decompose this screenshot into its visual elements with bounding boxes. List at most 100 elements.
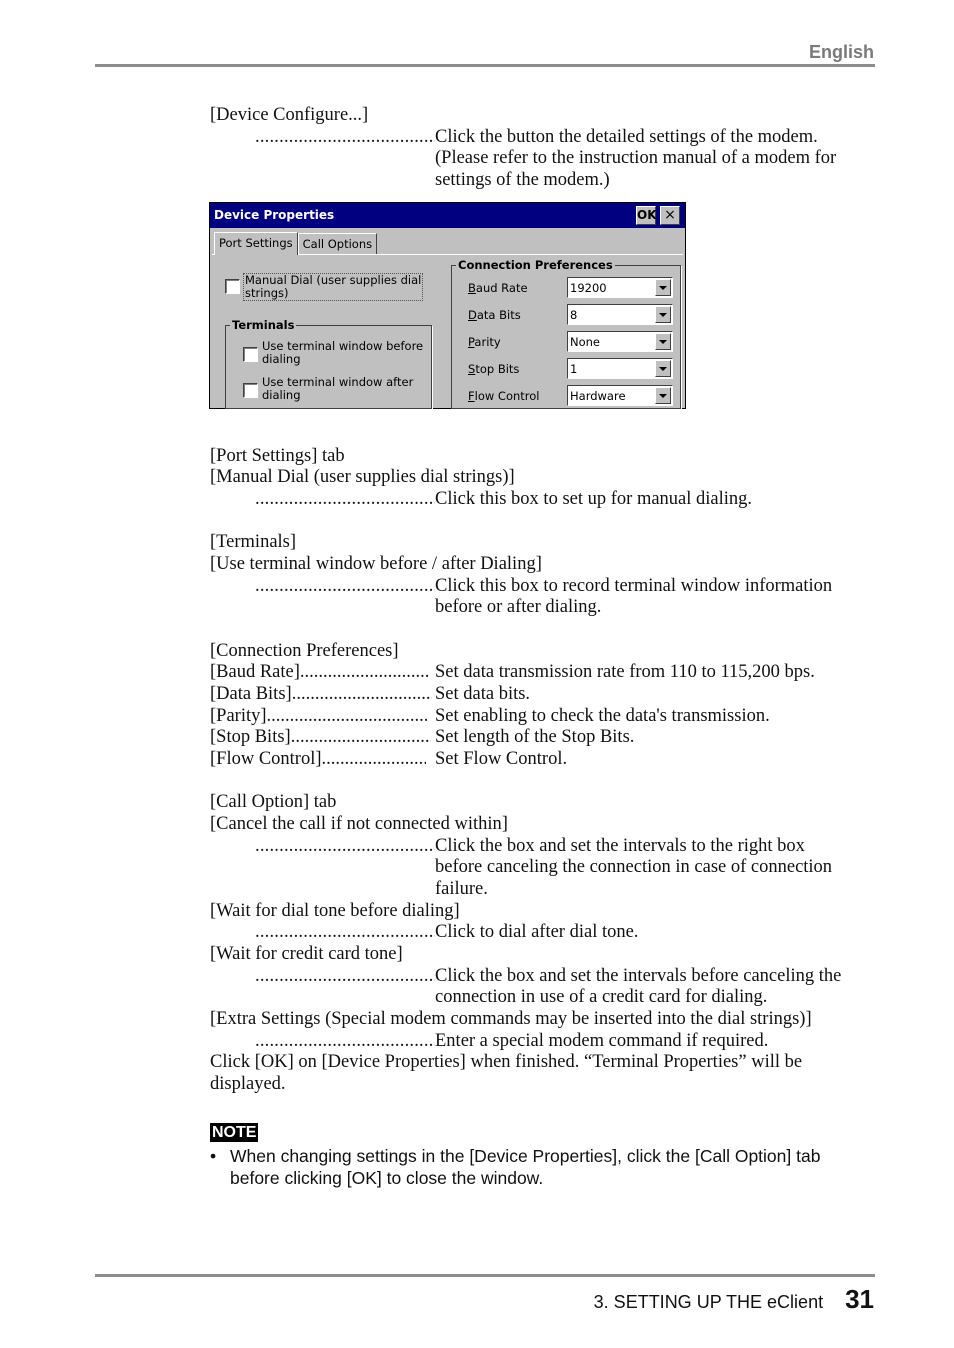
manual-dial-item-label: [Manual Dial (user supplies dial strings…	[210, 467, 515, 487]
terminal-before-label[interactable]: Use terminal window before dialing	[262, 340, 423, 366]
item-label: [Parity]	[210, 706, 267, 726]
close-button[interactable]: ×	[660, 206, 680, 225]
leader-dots: ........................................…	[255, 921, 435, 943]
terminals-item-desc-2: before or after dialing.	[435, 597, 602, 617]
device-configure-desc-1: Click the button the detailed settings o…	[435, 127, 818, 147]
call-option-heading: [Call Option] tab	[210, 792, 337, 812]
baud-rate-value: 19200	[570, 281, 607, 295]
extra-settings-desc: Enter a special modem command if require…	[435, 1031, 769, 1051]
stop-bits-label: Stop Bits	[468, 362, 520, 376]
finish-text-1: Click [OK] on [Device Properties] when f…	[210, 1052, 803, 1072]
parity-label-text: arity	[474, 335, 501, 349]
terminal-before-checkbox[interactable]	[243, 347, 258, 362]
terminals-heading: [Terminals]	[210, 532, 297, 552]
header-rule	[95, 64, 875, 67]
dots: ........................................…	[321, 749, 426, 769]
parity-row: Parity None	[468, 331, 678, 353]
footer: 3. SETTING UP THE eClient 31	[594, 1284, 874, 1315]
chevron-down-icon[interactable]	[655, 279, 671, 296]
dialog-tabs: Port Settings Call Options	[214, 232, 378, 255]
baud-rate-row: Baud Rate 19200	[468, 277, 678, 299]
manual-dial-label[interactable]: Manual Dial (user supplies dial strings)	[243, 273, 424, 301]
stop-bits-select[interactable]: 1	[567, 358, 673, 379]
wait-credit-tone-desc-1: Click the box and set the intervals befo…	[435, 966, 842, 986]
cancel-call-desc-2: before canceling the connection in case …	[435, 857, 833, 877]
tab-port-settings[interactable]: Port Settings	[214, 232, 298, 255]
connection-preferences-title: Connection Preferences	[456, 258, 615, 272]
terminal-after-checkbox[interactable]	[243, 383, 258, 398]
dots: ........................................…	[266, 706, 427, 726]
dots: ........................................…	[255, 1031, 435, 1051]
wait-credit-tone-desc-2: connection in use of a credit card for d…	[435, 987, 768, 1007]
dialog-titlebar: Device Properties OK ×	[210, 203, 685, 228]
item-label: [Data Bits]	[210, 684, 292, 704]
leader-dots: ........................................…	[255, 1030, 435, 1052]
connection-prefs-heading: [Connection Preferences]	[210, 641, 399, 661]
baud-rate-label-text: aud Rate	[475, 281, 528, 295]
terminals-item-desc-1: Click this box to record terminal window…	[435, 576, 833, 596]
baud-rate-select[interactable]: 19200	[567, 277, 673, 298]
parity-desc: Set enabling to check the data's transmi…	[435, 706, 770, 726]
terminal-before-line2: dialing	[262, 352, 301, 366]
leader-dots: ........................................…	[255, 126, 435, 148]
dots: ........................................…	[255, 966, 435, 986]
wait-dial-tone-label: [Wait for dial tone before dialing]	[210, 901, 460, 921]
cancel-call-label: [Cancel the call if not connected within…	[210, 814, 508, 834]
flow-control-label: Flow Control	[468, 389, 540, 403]
stop-bits-row: Stop Bits 1	[468, 358, 678, 380]
stop-bits-item: [Stop Bits].............................…	[210, 726, 431, 748]
bullet-icon: •	[210, 1146, 217, 1166]
manual-dial-label-line2: strings)	[245, 286, 289, 300]
data-bits-desc: Set data bits.	[435, 684, 531, 704]
device-configure-desc-2: (Please refer to the instruction manual …	[435, 148, 837, 168]
dots: ........................................…	[255, 489, 435, 509]
dots: ........................................…	[290, 727, 431, 747]
ok-button[interactable]: OK	[636, 206, 657, 225]
chevron-down-icon[interactable]	[655, 387, 671, 404]
note-label: NOTE	[210, 1123, 259, 1142]
flow-control-label-text: low Control	[474, 389, 540, 403]
manual-dial-checkbox[interactable]	[225, 279, 240, 294]
manual-dial-item-desc: Click this box to set up for manual dial…	[435, 489, 753, 509]
parity-value: None	[570, 335, 601, 349]
terminals-group: Terminals Use terminal window before dia…	[225, 318, 432, 409]
data-bits-value: 8	[570, 308, 578, 322]
flow-control-row: Flow Control Hardware	[468, 385, 678, 407]
leader-dots: ........................................…	[255, 965, 435, 987]
tab-panel: Manual Dial (user supplies dial strings)…	[212, 254, 683, 409]
connection-preferences-group: Connection Preferences Baud Rate 19200 D…	[451, 258, 681, 409]
baud-rate-item: [Baud Rate].............................…	[210, 661, 430, 683]
data-bits-select[interactable]: 8	[567, 304, 673, 325]
dots: ........................................…	[255, 836, 435, 856]
port-settings-heading: [Port Settings] tab	[210, 446, 345, 466]
chevron-down-icon[interactable]	[655, 360, 671, 377]
flow-control-select[interactable]: Hardware	[567, 385, 673, 406]
chevron-down-icon[interactable]	[655, 306, 671, 323]
terminal-after-line2: dialing	[262, 388, 301, 402]
flow-control-item: [Flow Control]..........................…	[210, 748, 426, 770]
page-number: 31	[845, 1284, 874, 1314]
parity-select[interactable]: None	[567, 331, 673, 352]
tab-call-options[interactable]: Call Options	[297, 233, 378, 254]
chevron-down-icon[interactable]	[655, 333, 671, 350]
parity-item: [Parity]................................…	[210, 705, 427, 727]
terminals-item-label: [Use terminal window before / after Dial…	[210, 554, 542, 574]
stop-bits-desc: Set length of the Stop Bits.	[435, 727, 635, 747]
dots: ........................................…	[255, 127, 435, 147]
stop-bits-label-text: top Bits	[475, 362, 520, 376]
baud-rate-label: Baud Rate	[468, 281, 528, 295]
data-bits-label: Data Bits	[468, 308, 521, 322]
extra-settings-label: [Extra Settings (Special modem commands …	[210, 1009, 812, 1029]
note-text: When changing settings in the [Device Pr…	[230, 1146, 821, 1188]
item-label: [Stop Bits]	[210, 727, 291, 747]
dots: ........................................…	[291, 684, 432, 704]
wait-credit-tone-label: [Wait for credit card tone]	[210, 944, 403, 964]
item-label: [Baud Rate]	[210, 662, 300, 682]
leader-dots: ........................................…	[255, 488, 435, 510]
flow-control-desc: Set Flow Control.	[435, 749, 568, 769]
item-label: [Flow Control]	[210, 749, 322, 769]
terminal-after-label[interactable]: Use terminal window after dialing	[262, 376, 413, 402]
dialog-title: Device Properties	[214, 208, 335, 222]
device-configure-label: [Device Configure...]	[210, 105, 369, 125]
cancel-call-desc-3: failure.	[435, 879, 488, 899]
